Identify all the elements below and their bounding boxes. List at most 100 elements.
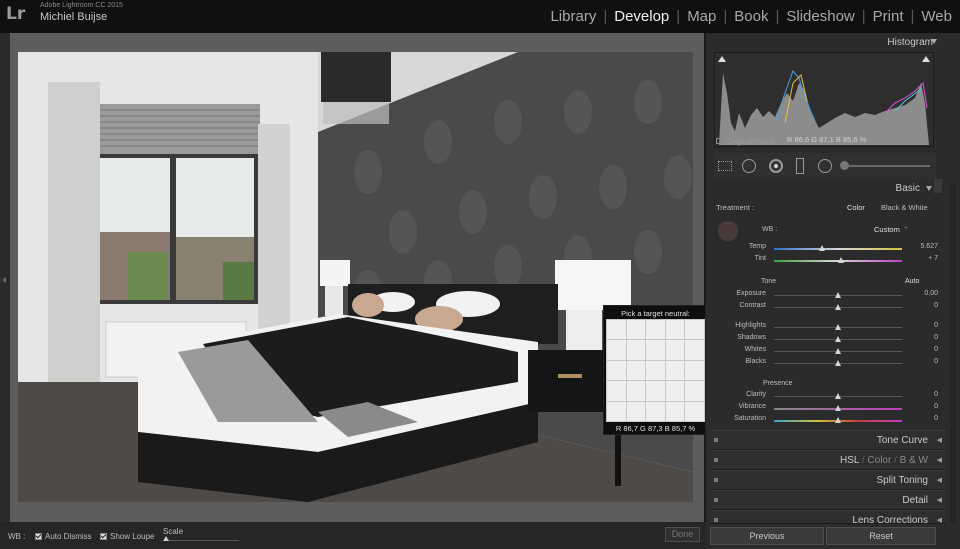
clarity-thumb[interactable] bbox=[834, 393, 841, 399]
vibrance-value[interactable]: 0 bbox=[934, 403, 938, 410]
module-develop[interactable]: Develop bbox=[614, 8, 669, 25]
vibrance-slider[interactable]: Vibrance 0 bbox=[710, 402, 942, 414]
hsl-bw-tab[interactable]: B & W bbox=[900, 455, 928, 466]
whites-value[interactable]: 0 bbox=[934, 346, 938, 353]
saturation-track[interactable] bbox=[774, 417, 902, 423]
whites-thumb[interactable] bbox=[834, 348, 841, 354]
temp-track[interactable] bbox=[774, 245, 902, 251]
contrast-track[interactable] bbox=[774, 304, 902, 310]
vibrance-thumb[interactable] bbox=[834, 405, 841, 411]
lens-corrections-panel-header[interactable]: Lens Corrections ◀ bbox=[710, 510, 946, 524]
blacks-slider[interactable]: Blacks 0 bbox=[710, 357, 942, 369]
panel-scroll-thumb[interactable] bbox=[934, 179, 942, 193]
exposure-track[interactable] bbox=[774, 292, 902, 298]
blacks-thumb[interactable] bbox=[834, 360, 841, 366]
hsl-color-tab[interactable]: Color bbox=[867, 455, 891, 466]
wb-selector-icon[interactable] bbox=[718, 221, 738, 241]
tint-slider[interactable]: Tint + 7 bbox=[710, 254, 942, 266]
expand-split-toning-icon[interactable]: ◀ bbox=[937, 471, 942, 490]
wb-dropdown[interactable]: Custom bbox=[874, 225, 900, 234]
tint-value[interactable]: + 7 bbox=[928, 255, 938, 262]
previous-button[interactable]: Previous bbox=[710, 527, 824, 545]
basic-panel-title[interactable]: Basic bbox=[896, 183, 920, 194]
highlights-slider[interactable]: Highlights 0 bbox=[710, 321, 942, 333]
detail-panel-header[interactable]: Detail ◀ bbox=[710, 490, 946, 510]
panel-switch-icon[interactable] bbox=[714, 458, 718, 462]
done-button[interactable]: Done bbox=[665, 527, 700, 542]
loupe-b-label: B bbox=[664, 424, 670, 433]
scale-slider[interactable] bbox=[163, 536, 239, 541]
contrast-value[interactable]: 0 bbox=[934, 302, 938, 309]
adjustment-brush-icon[interactable] bbox=[840, 161, 849, 170]
expand-detail-icon[interactable]: ◀ bbox=[937, 491, 942, 510]
left-panel-collapsed[interactable] bbox=[0, 33, 10, 522]
module-library[interactable]: Library bbox=[550, 8, 596, 25]
exposure-thumb[interactable] bbox=[834, 292, 841, 298]
tint-track[interactable] bbox=[774, 257, 902, 263]
treatment-bw[interactable]: Black & White bbox=[881, 203, 928, 212]
clarity-track[interactable] bbox=[774, 393, 902, 399]
auto-dismiss-checkbox[interactable]: Auto Dismiss bbox=[35, 532, 92, 541]
temp-slider[interactable]: Temp 5.627 bbox=[710, 242, 942, 254]
shadows-track[interactable] bbox=[774, 336, 902, 342]
temp-thumb[interactable] bbox=[819, 245, 826, 251]
clarity-value[interactable]: 0 bbox=[934, 391, 938, 398]
histogram-title[interactable]: Histogram bbox=[887, 37, 933, 48]
highlights-thumb[interactable] bbox=[834, 324, 841, 330]
expand-left-panel-icon[interactable] bbox=[2, 277, 6, 283]
panel-switch-icon[interactable] bbox=[714, 438, 718, 442]
shadow-clipping-icon[interactable] bbox=[718, 56, 726, 62]
show-loupe-checkbox[interactable]: Show Loupe bbox=[100, 532, 154, 541]
contrast-thumb[interactable] bbox=[834, 304, 841, 310]
saturation-slider[interactable]: Saturation 0 bbox=[710, 414, 942, 426]
module-web[interactable]: Web bbox=[921, 8, 952, 25]
reset-button[interactable]: Reset bbox=[826, 527, 936, 545]
module-map[interactable]: Map bbox=[687, 8, 716, 25]
highlights-value[interactable]: 0 bbox=[934, 322, 938, 329]
split-toning-panel-header[interactable]: Split Toning ◀ bbox=[710, 470, 946, 490]
crop-overlay-icon[interactable] bbox=[718, 161, 732, 171]
contrast-slider[interactable]: Contrast 0 bbox=[710, 301, 942, 313]
saturation-thumb[interactable] bbox=[834, 417, 841, 423]
highlights-track[interactable] bbox=[774, 324, 902, 330]
treatment-color[interactable]: Color bbox=[847, 203, 865, 212]
module-book[interactable]: Book bbox=[734, 8, 768, 25]
expand-lens-icon[interactable]: ◀ bbox=[937, 511, 942, 523]
blacks-value[interactable]: 0 bbox=[934, 358, 938, 365]
whites-track[interactable] bbox=[774, 348, 902, 354]
panel-scrollbar[interactable] bbox=[950, 183, 956, 523]
shadows-value[interactable]: 0 bbox=[934, 334, 938, 341]
shadows-slider[interactable]: Shadows 0 bbox=[710, 333, 942, 345]
radial-filter-icon[interactable] bbox=[818, 159, 832, 173]
spot-removal-icon[interactable] bbox=[742, 159, 756, 173]
hsl-title[interactable]: HSL bbox=[840, 455, 859, 466]
panel-switch-icon[interactable] bbox=[714, 478, 718, 482]
vibrance-track[interactable] bbox=[774, 405, 902, 411]
panel-switch-icon[interactable] bbox=[714, 498, 718, 502]
tone-curve-panel-header[interactable]: Tone Curve ◀ bbox=[710, 430, 946, 450]
tint-thumb[interactable] bbox=[838, 257, 845, 263]
hsl-panel-header[interactable]: HSL / Color / B & W ◀ bbox=[710, 450, 946, 470]
exposure-slider[interactable]: Exposure 0,00 bbox=[710, 289, 942, 301]
graduated-filter-icon[interactable] bbox=[796, 158, 804, 174]
scale-slider-thumb[interactable] bbox=[163, 536, 169, 541]
photo[interactable] bbox=[18, 52, 693, 502]
whites-slider[interactable]: Whites 0 bbox=[710, 345, 942, 357]
blacks-track[interactable] bbox=[774, 360, 902, 366]
saturation-value[interactable]: 0 bbox=[934, 415, 938, 422]
red-eye-icon[interactable] bbox=[769, 159, 783, 173]
expand-hsl-icon[interactable]: ◀ bbox=[937, 451, 942, 470]
panel-switch-icon[interactable] bbox=[714, 518, 718, 522]
adjustment-brush-slider[interactable] bbox=[842, 165, 930, 167]
exposure-value[interactable]: 0,00 bbox=[924, 290, 938, 297]
module-slideshow[interactable]: Slideshow bbox=[786, 8, 854, 25]
highlight-clipping-icon[interactable] bbox=[922, 56, 930, 62]
auto-tone-button[interactable]: Auto bbox=[905, 278, 919, 285]
module-print[interactable]: Print bbox=[873, 8, 904, 25]
temp-value[interactable]: 5.627 bbox=[920, 243, 938, 250]
collapse-histogram-icon[interactable] bbox=[931, 39, 937, 44]
collapse-basic-icon[interactable] bbox=[926, 186, 932, 191]
clarity-slider[interactable]: Clarity 0 bbox=[710, 390, 942, 402]
shadows-thumb[interactable] bbox=[834, 336, 841, 342]
expand-tone-curve-icon[interactable]: ◀ bbox=[937, 431, 942, 450]
